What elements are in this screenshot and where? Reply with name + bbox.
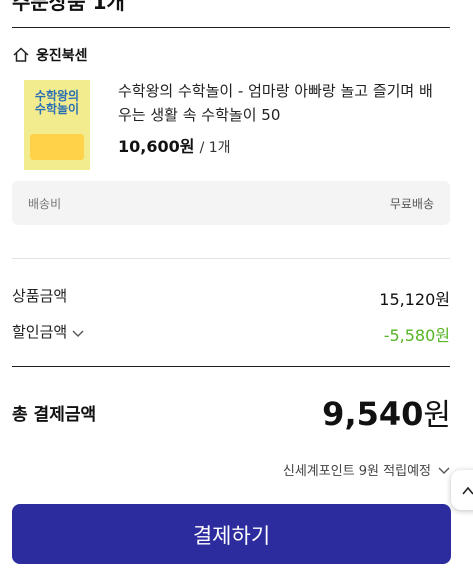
shipping-label: 배송비 (28, 197, 62, 211)
seller-row[interactable]: 웅진북센 (12, 44, 88, 66)
pay-button[interactable]: 결제하기 (12, 504, 451, 564)
total-amount-unit: 원 (423, 398, 451, 433)
product-quantity: / 1개 (199, 140, 231, 156)
price-line: 10,600원 / 1개 (118, 133, 231, 157)
discount-toggle[interactable]: 할인금액 (12, 321, 85, 342)
divider (12, 366, 450, 367)
chevron-down-icon (71, 325, 85, 339)
seller-name: 웅진북센 (36, 48, 88, 64)
scroll-to-top-button[interactable] (451, 470, 473, 510)
product-price: 10,600원 (118, 137, 195, 156)
chevron-down-icon (437, 463, 451, 477)
chevron-up-icon (461, 483, 473, 497)
total-amount: 9,540원 (322, 390, 451, 434)
total-amount-number: 9,540 (322, 395, 424, 433)
order-section-title: 주문상품 1개 (12, 0, 125, 14)
product-name[interactable]: 수학왕의 수학놀이 - 엄마랑 아빠랑 놀고 즐기며 배우는 생활 속 수학놀이… (118, 79, 443, 127)
divider (12, 258, 450, 259)
shipping-value: 무료배송 (389, 197, 434, 211)
product-thumbnail[interactable]: 수학왕의 수학놀이 (24, 80, 90, 170)
product-amount-value: 15,120원 (379, 290, 450, 309)
points-row[interactable]: 신세계포인트 9원 적립예정 (283, 460, 451, 479)
divider (12, 27, 450, 28)
discount-label: 할인금액 (12, 323, 68, 341)
home-icon (12, 46, 30, 64)
discount-value: -5,580원 (383, 326, 450, 345)
shipping-box: 배송비 무료배송 (12, 181, 450, 225)
thumbnail-illustration (30, 134, 84, 160)
points-text: 신세계포인트 9원 적립예정 (282, 464, 431, 479)
product-amount-label: 상품금액 (12, 287, 68, 305)
total-label: 총 결제금액 (12, 405, 97, 425)
thumbnail-title: 수학왕의 수학놀이 (34, 89, 80, 116)
